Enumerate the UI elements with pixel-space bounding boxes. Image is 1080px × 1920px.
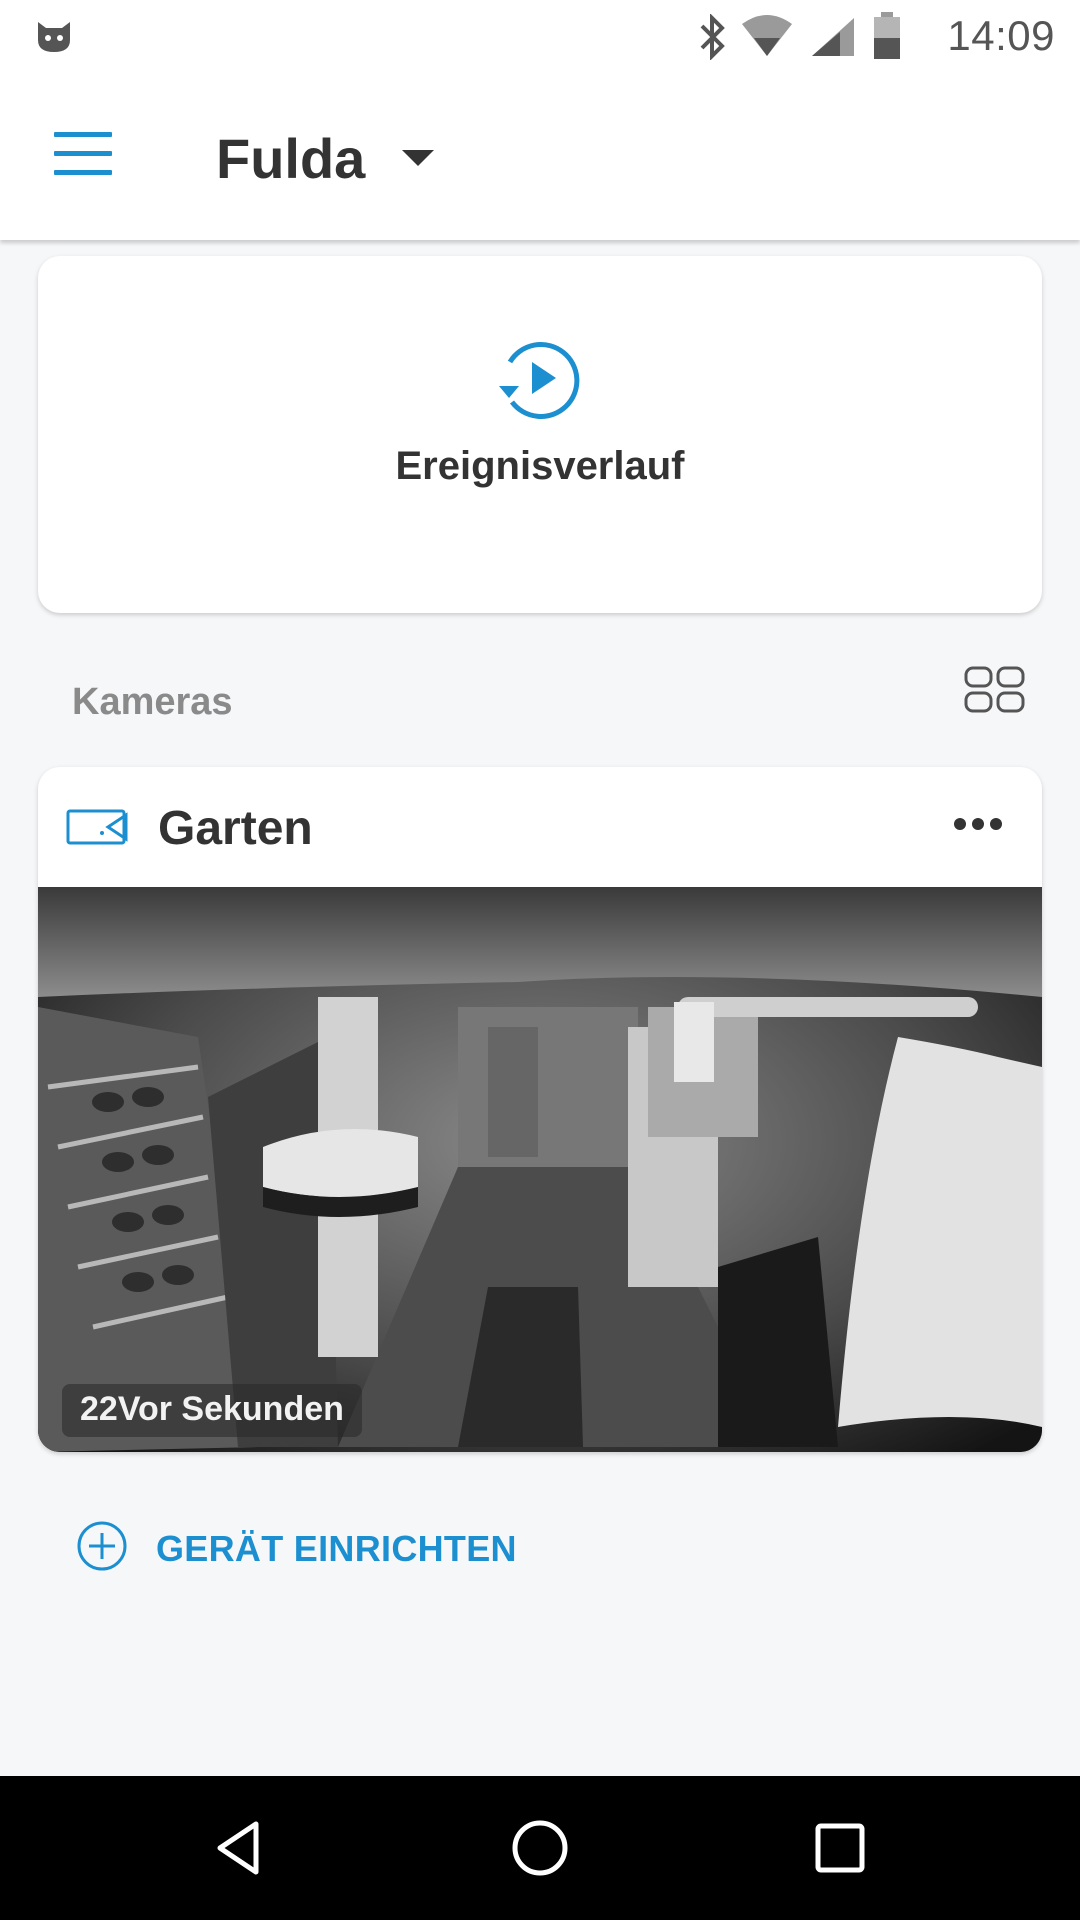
history-play-icon: [499, 342, 580, 419]
grid-view-icon[interactable]: [964, 666, 1026, 714]
recents-icon: [815, 1823, 865, 1873]
hamburger-menu-icon[interactable]: [54, 132, 112, 178]
app-bar: Fulda: [0, 74, 1080, 240]
status-bar: 14:09: [0, 0, 1080, 74]
cameras-section-title: Kameras: [72, 681, 233, 723]
event-history-label: Ereignisverlauf: [395, 444, 685, 488]
dropdown-caret-icon[interactable]: [402, 150, 434, 168]
event-history-card[interactable]: Ereignisverlauf: [38, 256, 1042, 613]
back-icon: [217, 1821, 259, 1875]
location-title[interactable]: Fulda: [216, 126, 365, 191]
recents-button[interactable]: [780, 1776, 900, 1920]
camera-card: Garten 22Vor Sekunden: [38, 767, 1042, 1452]
camera-timestamp-badge: 22Vor Sekunden: [62, 1384, 362, 1437]
camera-preview-image: [38, 887, 1042, 1452]
camera-name[interactable]: Garten: [158, 801, 313, 856]
wifi-icon: [742, 15, 792, 56]
video-camera-icon: [66, 809, 128, 845]
home-button[interactable]: [480, 1776, 600, 1920]
system-navigation-bar: [0, 1776, 1080, 1920]
app-notification-icon: [38, 22, 70, 52]
back-button[interactable]: [180, 1776, 300, 1920]
cell-signal-icon: [812, 18, 854, 56]
camera-header: Garten: [38, 767, 1042, 887]
bluetooth-icon: [700, 14, 725, 60]
more-options-icon[interactable]: [954, 817, 1010, 841]
home-icon: [512, 1820, 568, 1876]
camera-live-preview[interactable]: 22Vor Sekunden: [38, 887, 1042, 1452]
battery-icon: [874, 12, 900, 59]
status-time: 14:09: [947, 12, 1055, 59]
add-circle-icon: [77, 1521, 127, 1571]
setup-device-label: GERÄT EINRICHTEN: [156, 1528, 517, 1569]
